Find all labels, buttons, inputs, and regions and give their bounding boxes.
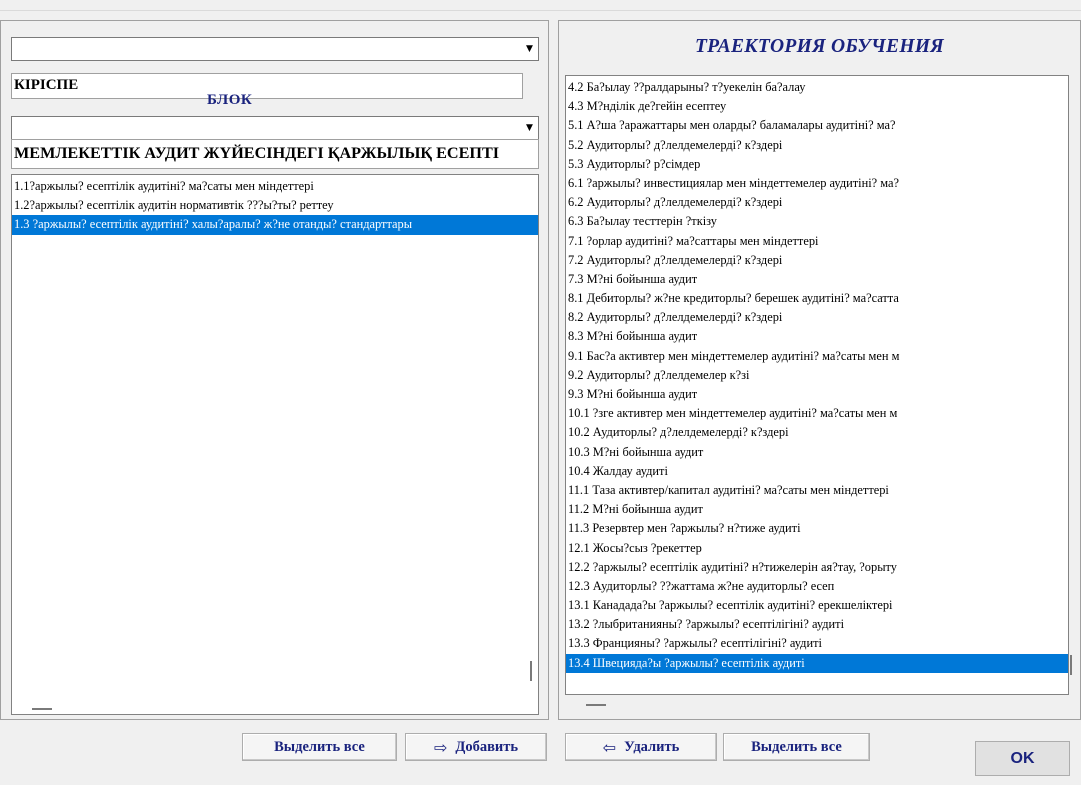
list-item[interactable]: 7.2 Аудиторлы? д?лелдемелерді? к?здері xyxy=(566,251,1068,270)
trajectory-list[interactable]: 4.2 Ба?ылау ??ралдарыны? т?уекелін ба?ал… xyxy=(565,75,1069,695)
list-item[interactable]: 10.3 М?ні бойынша аудит xyxy=(566,443,1068,462)
select-all-right-button[interactable]: Выделить все xyxy=(723,733,870,761)
combo-block[interactable]: ▼ xyxy=(11,116,539,140)
list-item[interactable]: 1.3 ?аржылы? есептілік аудитіні? халы?ар… xyxy=(12,215,538,235)
remove-label: Удалить xyxy=(624,738,680,755)
list-item[interactable]: 13.2 ?лыбританияны? ?аржылы? есептілігін… xyxy=(566,615,1068,634)
list-item[interactable]: 5.3 Аудиторлы? р?сімдер xyxy=(566,155,1068,174)
list-item[interactable]: 5.1 А?ша ?аражаттары мен оларды? баламал… xyxy=(566,116,1068,135)
ok-button[interactable]: OK xyxy=(975,741,1070,776)
list-item[interactable]: 11.1 Таза активтер/капитал аудитіні? ма?… xyxy=(566,481,1068,500)
list-item[interactable]: 8.1 Дебиторлы? ж?не кредиторлы? берешек … xyxy=(566,289,1068,308)
topic-list-items: 1.1?аржылы? есептілік аудитіні? ма?саты … xyxy=(12,175,538,235)
list-item[interactable]: 10.1 ?зге активтер мен міндеттемелер ауд… xyxy=(566,404,1068,423)
trajectory-list-items: 4.2 Ба?ылау ??ралдарыны? т?уекелін ба?ал… xyxy=(566,76,1068,673)
list-item[interactable]: 9.3 М?ні бойынша аудит xyxy=(566,385,1068,404)
block-title: КІРІСПЕ xyxy=(11,73,523,99)
vertical-scrollbar[interactable] xyxy=(1070,655,1072,675)
horizontal-scrollbar[interactable] xyxy=(32,708,52,710)
list-item[interactable]: 5.2 Аудиторлы? д?лелдемелерді? к?здері xyxy=(566,136,1068,155)
list-item[interactable]: 9.2 Аудиторлы? д?лелдемелер к?зі xyxy=(566,366,1068,385)
window-top-edge xyxy=(0,0,1081,11)
topic-list[interactable]: 1.1?аржылы? есептілік аудитіні? ма?саты … xyxy=(11,174,539,715)
combo-discipline[interactable]: ▼ xyxy=(11,37,539,61)
add-label: Добавить xyxy=(455,738,519,755)
list-item[interactable]: 7.3 М?ні бойынша аудит xyxy=(566,270,1068,289)
list-item[interactable]: 13.4 Швецияда?ы ?аржылы? есептілік аудит… xyxy=(566,653,1068,673)
list-item[interactable]: 11.2 М?ні бойынша аудит xyxy=(566,500,1068,519)
vertical-scrollbar[interactable] xyxy=(530,661,532,681)
remove-button[interactable]: ⇦ Удалить xyxy=(565,733,717,761)
dropdown-arrow-icon[interactable]: ▼ xyxy=(521,117,538,139)
list-item[interactable]: 12.1 Жосы?сыз ?рекеттер xyxy=(566,539,1068,558)
list-item[interactable]: 4.2 Ба?ылау ??ралдарыны? т?уекелін ба?ал… xyxy=(566,78,1068,97)
dropdown-arrow-icon[interactable]: ▼ xyxy=(521,38,538,60)
left-panel: ▼ КІРІСПЕ БЛОК ▼ МЕМЛЕКЕТТІК АУДИТ ЖҮЙЕС… xyxy=(0,20,549,720)
list-item[interactable]: 13.3 Францияны? ?аржылы? есептілігіні? а… xyxy=(566,634,1068,653)
add-button[interactable]: ⇨ Добавить xyxy=(405,733,547,761)
list-item[interactable]: 1.1?аржылы? есептілік аудитіні? ма?саты … xyxy=(12,177,538,196)
list-item[interactable]: 12.2 ?аржылы? есептілік аудитіні? н?тиже… xyxy=(566,558,1068,577)
topic-title: МЕМЛЕКЕТТІК АУДИТ ЖҮЙЕСІНДЕГІ ҚАРЖЫЛЫҚ Е… xyxy=(11,139,539,169)
list-item[interactable]: 4.3 М?нділік де?гейін есептеу xyxy=(566,97,1068,116)
ok-label: OK xyxy=(1010,749,1035,767)
arrow-right-icon: ⇨ xyxy=(433,737,448,757)
select-all-left-button[interactable]: Выделить все xyxy=(242,733,397,761)
list-item[interactable]: 6.3 Ба?ылау тесттерін ?ткізу xyxy=(566,212,1068,231)
list-item[interactable]: 9.1 Бас?а активтер мен міндеттемелер ауд… xyxy=(566,347,1068,366)
select-all-left-label: Выделить все xyxy=(274,738,365,755)
list-item[interactable]: 6.1 ?аржылы? инвестициялар мен міндеттем… xyxy=(566,174,1068,193)
list-item[interactable]: 12.3 Аудиторлы? ??жаттама ж?не аудиторлы… xyxy=(566,577,1068,596)
list-item[interactable]: 10.4 Жалдау аудиті xyxy=(566,462,1068,481)
list-item[interactable]: 11.3 Резервтер мен ?аржылы? н?тиже аудит… xyxy=(566,519,1068,538)
list-item[interactable]: 8.2 Аудиторлы? д?лелдемелерді? к?здері xyxy=(566,308,1068,327)
list-item[interactable]: 8.3 М?ні бойынша аудит xyxy=(566,327,1068,346)
list-item[interactable]: 7.1 ?орлар аудитіні? ма?саттары мен мінд… xyxy=(566,232,1068,251)
block-label: БЛОК xyxy=(207,92,253,108)
arrow-left-icon: ⇦ xyxy=(602,737,617,757)
list-item[interactable]: 6.2 Аудиторлы? д?лелдемелерді? к?здері xyxy=(566,193,1068,212)
list-item[interactable]: 10.2 Аудиторлы? д?лелдемелерді? к?здері xyxy=(566,423,1068,442)
horizontal-scrollbar[interactable] xyxy=(586,704,606,706)
trajectory-title: ТРАЕКТОРИЯ ОБУЧЕНИЯ xyxy=(694,36,945,57)
list-item[interactable]: 1.2?аржылы? есептілік аудитін нормативті… xyxy=(12,196,538,215)
select-all-right-label: Выделить все xyxy=(751,738,842,755)
right-panel: ТРАЕКТОРИЯ ОБУЧЕНИЯ 4.2 Ба?ылау ??ралдар… xyxy=(558,20,1081,720)
list-item[interactable]: 13.1 Канадада?ы ?аржылы? есептілік аудит… xyxy=(566,596,1068,615)
